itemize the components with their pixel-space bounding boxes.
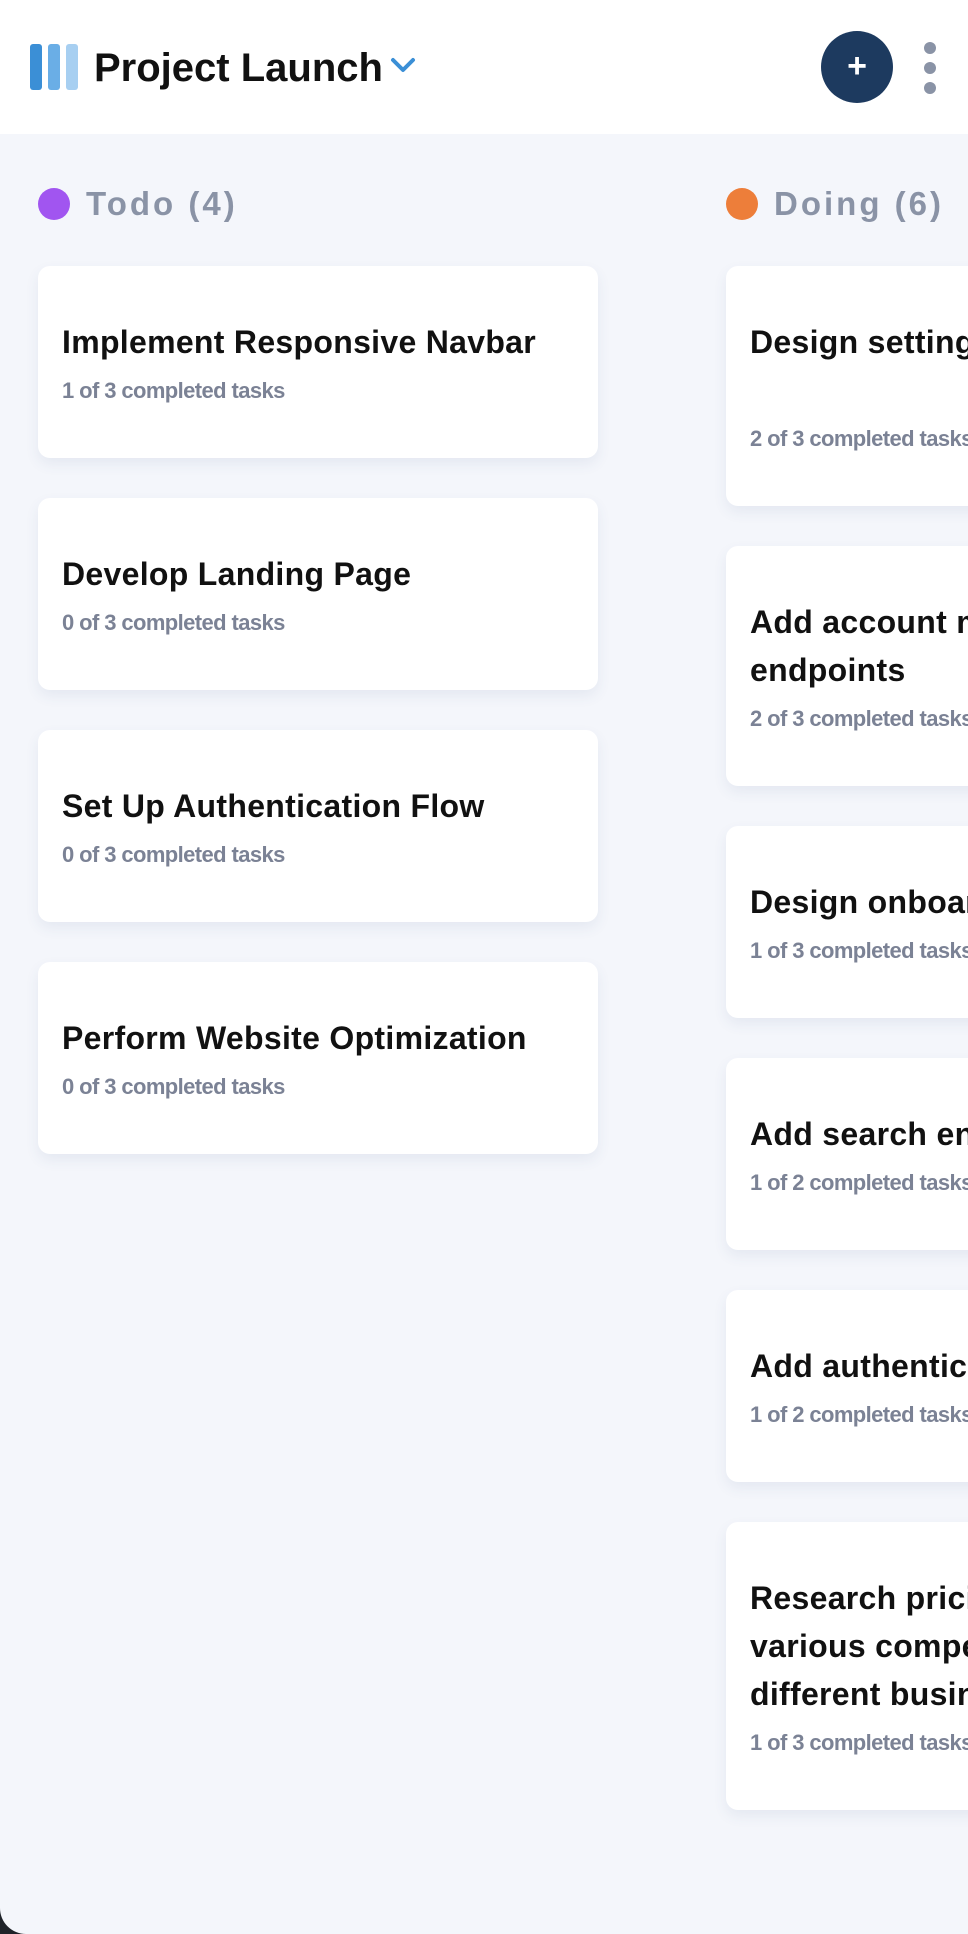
column-status-dot xyxy=(38,188,70,220)
top-header: Project Launch + xyxy=(0,0,968,134)
subtask-progress: 1 of 3 completed tasks xyxy=(750,938,968,963)
task-card[interactable]: Design settings pages 2 of 3 completed t… xyxy=(726,266,968,506)
subtask-progress: 1 of 3 completed tasks xyxy=(62,378,285,403)
task-title: Add account management endpoints xyxy=(750,604,968,688)
task-card[interactable]: Set Up Authentication Flow 0 of 3 comple… xyxy=(38,730,598,922)
subtask-progress: 2 of 3 completed tasks xyxy=(750,426,968,451)
task-card[interactable]: Research pricing points of various compe… xyxy=(726,1522,968,1810)
task-title: Add authentication endpoints xyxy=(750,1348,968,1384)
add-task-button[interactable]: + xyxy=(821,31,893,103)
kanban-app: Project Launch + Todo (4) Implement Resp… xyxy=(0,0,968,1934)
column-status-dot xyxy=(726,188,758,220)
task-card[interactable]: Add account management endpoints 2 of 3 … xyxy=(726,546,968,786)
column-title: Doing (6) xyxy=(774,185,944,222)
task-title: Develop Landing Page xyxy=(62,556,412,592)
subtask-progress: 0 of 3 completed tasks xyxy=(62,610,285,635)
task-card[interactable]: Add search endpoints 1 of 2 completed ta… xyxy=(726,1058,968,1250)
subtask-progress: 1 of 2 completed tasks xyxy=(750,1402,968,1427)
board-logo-icon xyxy=(30,44,78,90)
task-title: Set Up Authentication Flow xyxy=(62,788,485,824)
subtask-progress: 1 of 3 completed tasks xyxy=(750,1730,968,1755)
task-title: Research pricing points of various compe… xyxy=(750,1580,968,1712)
task-card[interactable]: Perform Website Optimization 0 of 3 comp… xyxy=(38,962,598,1154)
task-card[interactable]: Develop Landing Page 0 of 3 completed ta… xyxy=(38,498,598,690)
subtask-progress: 0 of 3 completed tasks xyxy=(62,1074,285,1099)
task-title: Add search endpoints xyxy=(750,1116,968,1152)
subtask-progress: 2 of 3 completed tasks xyxy=(750,706,968,731)
more-options-icon[interactable] xyxy=(918,40,942,96)
board-title[interactable]: Project Launch xyxy=(94,40,383,96)
chevron-down-icon[interactable] xyxy=(390,56,416,74)
task-title: Implement Responsive Navbar xyxy=(62,324,537,360)
column-title: Todo (4) xyxy=(86,185,238,222)
subtask-progress: 1 of 2 completed tasks xyxy=(750,1170,968,1195)
task-title: Perform Website Optimization xyxy=(62,1020,527,1056)
task-card[interactable]: Implement Responsive Navbar 1 of 3 compl… xyxy=(38,266,598,458)
subtask-progress: 0 of 3 completed tasks xyxy=(62,842,285,867)
task-card[interactable]: Add authentication endpoints 1 of 2 comp… xyxy=(726,1290,968,1482)
task-card[interactable]: Design onboarding flow 1 of 3 completed … xyxy=(726,826,968,1018)
task-title: Design onboarding flow xyxy=(750,884,968,920)
task-title: Design settings pages xyxy=(750,324,968,360)
